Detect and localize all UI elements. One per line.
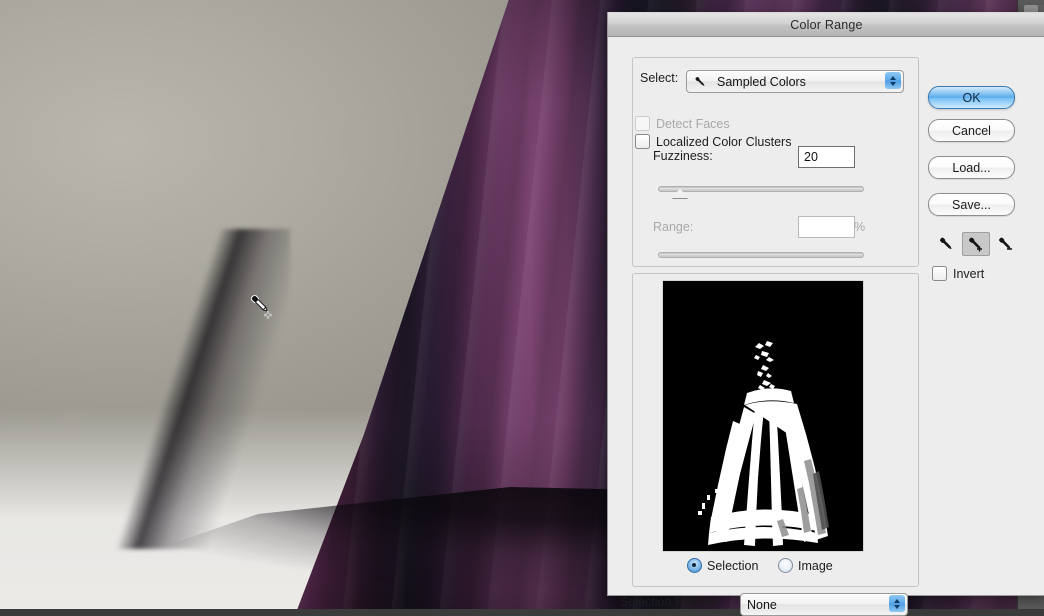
ok-button[interactable]: OK	[928, 86, 1015, 109]
range-label: Range:	[653, 220, 694, 234]
image-radio-row[interactable]: Image	[778, 558, 833, 573]
range-unit-label: %	[854, 220, 866, 234]
image-radio[interactable]	[778, 558, 793, 573]
fuzziness-slider-track[interactable]	[658, 186, 864, 192]
detect-faces-checkbox	[635, 116, 650, 131]
tulle-side-edge	[30, 229, 290, 549]
eyedropper-tool[interactable]	[932, 232, 960, 256]
selection-preview-value: None	[747, 597, 777, 612]
image-radio-label: Image	[798, 558, 833, 573]
fuzziness-slider[interactable]	[658, 182, 864, 198]
cancel-button[interactable]: Cancel	[928, 119, 1015, 142]
invert-checkbox-row[interactable]: Invert	[932, 266, 984, 281]
eyedropper-subtract-tool[interactable]	[992, 232, 1020, 256]
selection-preview-stepper-arrows[interactable]	[889, 595, 905, 612]
dialog-title: Color Range	[790, 17, 863, 32]
save-button[interactable]: Save...	[928, 193, 1015, 216]
selection-mask-preview[interactable]	[662, 280, 864, 552]
range-row: Range:	[653, 220, 693, 234]
localized-color-clusters-checkbox[interactable]	[635, 134, 650, 149]
selection-radio-label: Selection	[707, 558, 759, 573]
range-input	[798, 216, 855, 238]
selection-radio[interactable]	[687, 558, 702, 573]
detect-faces-checkbox-row: Detect Faces	[635, 116, 730, 131]
selection-preview-dropdown[interactable]: None	[740, 593, 908, 616]
fuzziness-label: Fuzziness:	[653, 149, 713, 163]
selection-preview-label: Selection Preview:	[620, 595, 723, 609]
select-dropdown[interactable]: Sampled Colors	[686, 70, 904, 93]
selection-preview-row: Selection Preview:	[620, 595, 723, 609]
fuzziness-slider-thumb[interactable]	[672, 188, 688, 198]
select-value: Sampled Colors	[717, 74, 806, 89]
eyedropper-icon	[695, 76, 705, 86]
detect-faces-label: Detect Faces	[656, 116, 730, 131]
select-row: Select:	[640, 71, 678, 85]
localized-color-clusters-label: Localized Color Clusters	[656, 134, 792, 149]
select-label: Select:	[640, 71, 679, 85]
fuzziness-input[interactable]: 20	[798, 146, 855, 168]
fuzziness-row: Fuzziness:	[653, 149, 713, 163]
dialog-titlebar[interactable]: Color Range	[608, 12, 1044, 37]
invert-label: Invert	[953, 266, 985, 281]
load-button[interactable]: Load...	[928, 156, 1015, 179]
eyedropper-add-tool[interactable]	[962, 232, 990, 256]
eyedropper-tool-group	[932, 232, 1020, 256]
localized-color-clusters-row[interactable]: Localized Color Clusters	[635, 134, 791, 149]
range-slider-track	[658, 252, 864, 258]
invert-checkbox[interactable]	[932, 266, 947, 281]
select-stepper-arrows[interactable]	[885, 72, 901, 89]
color-range-dialog: Color Range Select: Sampled Colors Detec…	[607, 12, 1044, 616]
selection-radio-row[interactable]: Selection	[687, 558, 758, 573]
range-slider	[658, 248, 864, 262]
selection-mask-image	[663, 281, 863, 551]
